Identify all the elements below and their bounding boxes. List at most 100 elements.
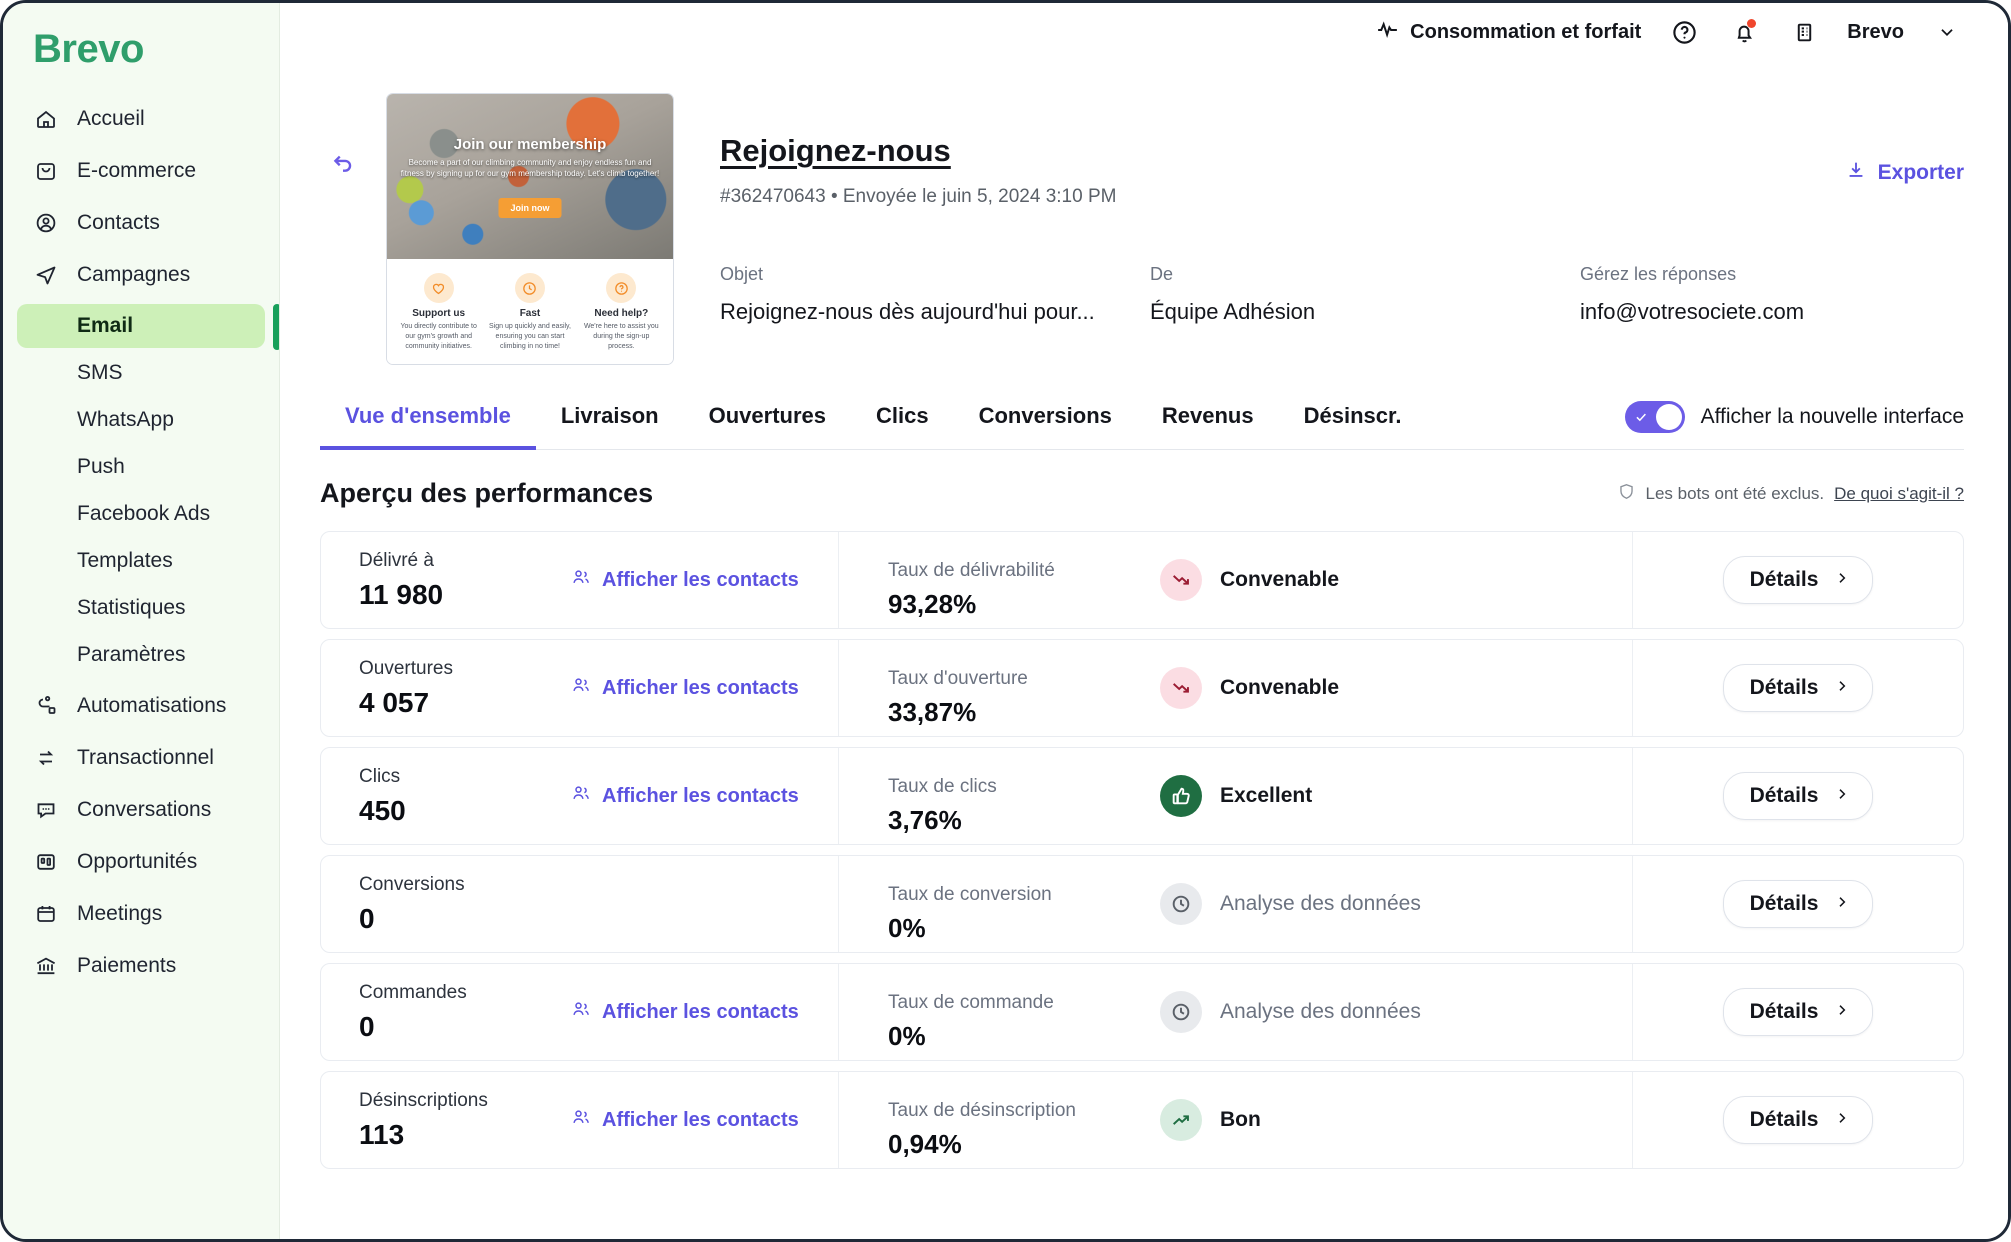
sidebar-item-automatisations[interactable]: Automatisations: [17, 683, 265, 729]
rate-value: 93,28%: [888, 589, 1142, 620]
details-button[interactable]: Détails: [1723, 556, 1874, 604]
trend-down-icon: [1170, 677, 1192, 699]
tab-clics[interactable]: Clics: [851, 389, 954, 450]
metrics-list: Délivré à 11 980 Afficher les contacts T…: [320, 531, 1964, 1169]
metric-value: 450: [359, 795, 571, 827]
account-name: Brevo: [1847, 21, 1904, 44]
sidebar-item-contacts[interactable]: Contacts: [17, 200, 265, 246]
performance-title: Aperçu des performances: [320, 478, 653, 509]
details-button[interactable]: Détails: [1723, 880, 1874, 928]
view-contacts-link[interactable]: Afficher les contacts: [571, 567, 799, 593]
email-features: Support us You directly contribute to ou…: [387, 259, 673, 365]
export-button[interactable]: Exporter: [1845, 159, 1964, 187]
page-title[interactable]: Rejoignez-nous: [720, 133, 951, 169]
status-label: Excellent: [1220, 784, 1312, 808]
campaign-fields: Objet Rejoignez-nous dès aujourd'hui pou…: [720, 264, 1964, 325]
metric-action-cell: Détails: [1633, 964, 1963, 1060]
back-arrow-icon[interactable]: [320, 139, 366, 185]
brand-logo[interactable]: Brevo: [3, 13, 279, 90]
usage-and-plan-button[interactable]: Consommation et forfait: [1375, 17, 1641, 48]
details-button[interactable]: Détails: [1723, 772, 1874, 820]
details-button[interactable]: Détails: [1723, 1096, 1874, 1144]
send-icon: [33, 262, 59, 288]
status-badge: [1160, 667, 1202, 709]
bots-info-link[interactable]: De quoi s'agit-il ?: [1834, 484, 1964, 504]
clock-icon: [515, 273, 545, 303]
metric-count-block: Délivré à 11 980: [359, 550, 571, 611]
view-contacts-link[interactable]: Afficher les contacts: [571, 783, 799, 809]
sidebar-item-label: Conversations: [77, 798, 211, 822]
tab-desinscr[interactable]: Désinscr.: [1279, 389, 1427, 450]
feature-desc: Sign up quickly and easily, ensuring you…: [488, 322, 571, 351]
rate-value: 0%: [888, 913, 1142, 944]
sidebar-item-templates[interactable]: Templates: [17, 539, 265, 583]
automation-icon: [33, 693, 59, 719]
sidebar-item-facebook-ads[interactable]: Facebook Ads: [17, 492, 265, 536]
new-interface-toggle[interactable]: [1625, 401, 1685, 433]
metric-rate-block: Taux d'ouverture 33,87%: [849, 648, 1142, 728]
table-row: Conversions 0 Taux de conversion 0% Anal…: [320, 855, 1964, 953]
sidebar-item-email[interactable]: Email: [17, 304, 265, 348]
tab-livraison[interactable]: Livraison: [536, 389, 684, 450]
view-contacts-link[interactable]: Afficher les contacts: [571, 675, 799, 701]
metric-label: Désinscriptions: [359, 1090, 571, 1112]
chevron-right-icon: [1834, 1108, 1850, 1132]
sidebar-item-ecommerce[interactable]: E-commerce: [17, 148, 265, 194]
sidebar-item-whatsapp[interactable]: WhatsApp: [17, 398, 265, 442]
shield-icon: [1617, 482, 1636, 506]
view-contacts-link[interactable]: Afficher les contacts: [571, 1107, 799, 1133]
rate-label: Taux de commande: [888, 992, 1142, 1014]
sidebar-item-parametres[interactable]: Paramètres: [17, 633, 265, 677]
metric-label: Ouvertures: [359, 658, 571, 680]
question-icon: [606, 273, 636, 303]
company-building-icon[interactable]: [1787, 15, 1821, 49]
toggle-knob: [1656, 404, 1682, 430]
sidebar-item-push[interactable]: Push: [17, 445, 265, 489]
tab-ouvertures[interactable]: Ouvertures: [684, 389, 851, 450]
view-contacts-link[interactable]: Afficher les contacts: [571, 999, 799, 1025]
tab-vue-densemble[interactable]: Vue d'ensemble: [320, 389, 536, 450]
hero-subtitle: Become a part of our climbing community …: [399, 158, 661, 180]
tab-revenus[interactable]: Revenus: [1137, 389, 1279, 450]
join-now-button[interactable]: Join now: [499, 198, 562, 218]
chevron-right-icon: [1834, 1000, 1850, 1024]
calendar-icon: [33, 901, 59, 927]
email-preview-thumbnail[interactable]: Join our membership Become a part of our…: [386, 93, 674, 365]
sidebar-item-paiements[interactable]: Paiements: [17, 943, 265, 989]
sidebar-item-campagnes[interactable]: Campagnes: [17, 252, 265, 298]
metric-count-cell: Ouvertures 4 057 Afficher les contacts: [321, 640, 839, 736]
metric-action-cell: Détails: [1633, 856, 1963, 952]
view-contacts-label: Afficher les contacts: [602, 569, 799, 592]
notifications-bell-icon[interactable]: [1727, 15, 1761, 49]
help-circle-icon[interactable]: [1667, 15, 1701, 49]
details-button[interactable]: Détails: [1723, 988, 1874, 1036]
details-button[interactable]: Détails: [1723, 664, 1874, 712]
table-row: Désinscriptions 113 Afficher les contact…: [320, 1071, 1964, 1169]
account-menu[interactable]: Brevo: [1847, 21, 1904, 44]
sidebar-item-conversations[interactable]: Conversations: [17, 787, 265, 833]
sidebar-item-accueil[interactable]: Accueil: [17, 96, 265, 142]
activity-pulse-icon: [1375, 17, 1400, 48]
rate-label: Taux de délivrabilité: [888, 560, 1142, 582]
home-icon: [33, 106, 59, 132]
sidebar-item-statistiques[interactable]: Statistiques: [17, 586, 265, 630]
bots-excluded-note: Les bots ont été exclus. De quoi s'agit-…: [1617, 482, 1964, 506]
field-label: Objet: [720, 264, 1150, 285]
table-row: Clics 450 Afficher les contacts Taux de …: [320, 747, 1964, 845]
metric-count-cell: Commandes 0 Afficher les contacts: [321, 964, 839, 1060]
sidebar-item-transactionnel[interactable]: Transactionnel: [17, 735, 265, 781]
chevron-down-icon[interactable]: [1930, 15, 1964, 49]
rate-label: Taux d'ouverture: [888, 668, 1142, 690]
sidebar-item-meetings[interactable]: Meetings: [17, 891, 265, 937]
details-label: Détails: [1750, 1000, 1819, 1024]
tabs: Vue d'ensemble Livraison Ouvertures Clic…: [320, 389, 1426, 449]
sidebar-item-opportunites[interactable]: Opportunités: [17, 839, 265, 885]
metric-count-cell: Désinscriptions 113 Afficher les contact…: [321, 1072, 839, 1168]
feature-title: Need help?: [580, 308, 663, 319]
sidebar-item-sms[interactable]: SMS: [17, 351, 265, 395]
metric-status-cell: Taux de désinscription 0,94% Bon: [839, 1072, 1633, 1168]
shop-bag-icon: [33, 158, 59, 184]
tab-conversions[interactable]: Conversions: [954, 389, 1137, 450]
export-label: Exporter: [1878, 161, 1964, 185]
feature-item: Fast Sign up quickly and easily, ensurin…: [484, 273, 575, 365]
